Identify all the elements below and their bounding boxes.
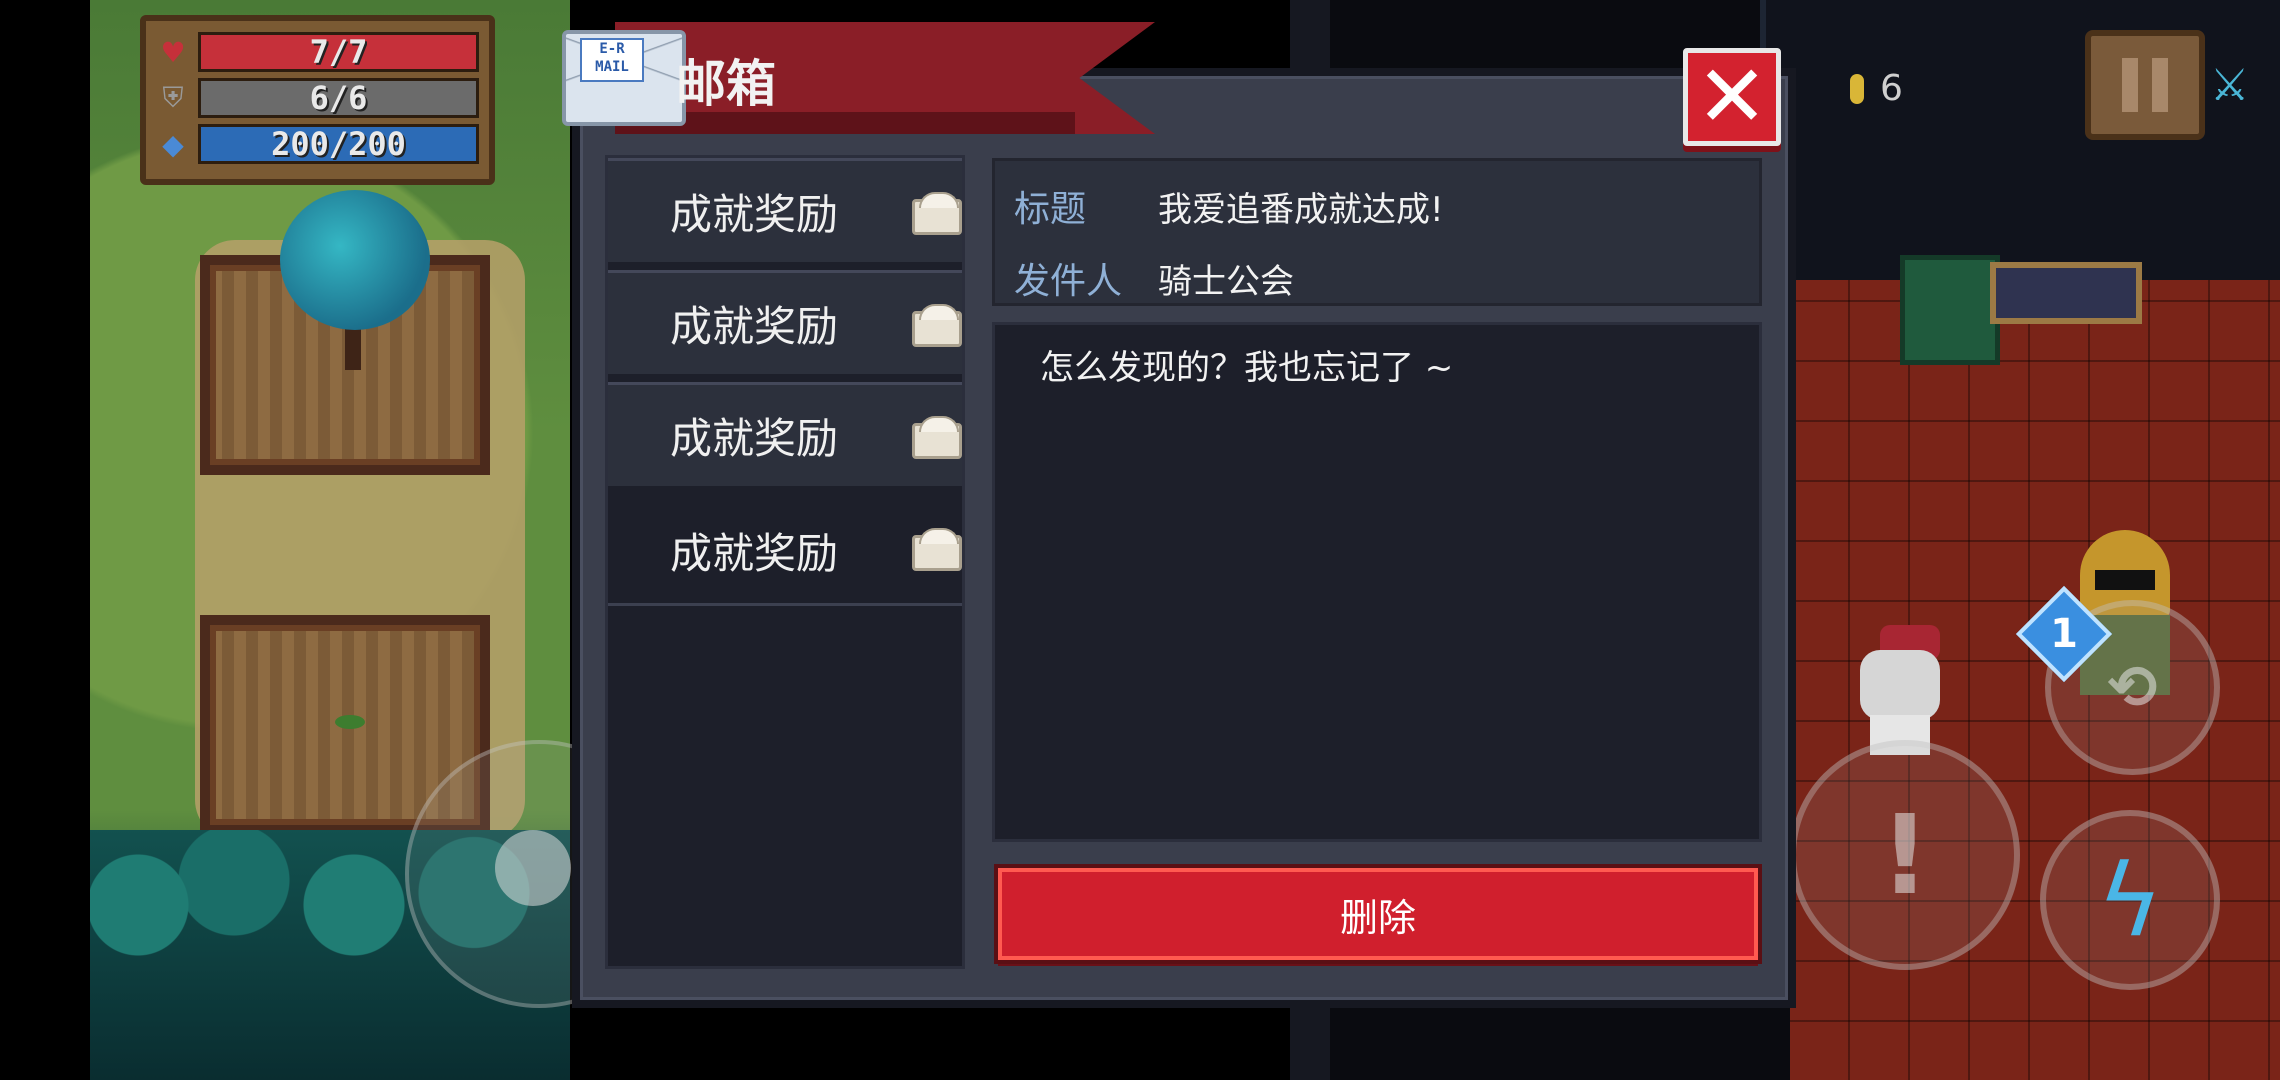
armor-value: 6/6 bbox=[198, 78, 479, 118]
mail-body-text: 怎么发现的？我也忘记了 ~ bbox=[1040, 348, 1454, 388]
mailbox-title: 邮箱 bbox=[676, 55, 776, 113]
pause-button[interactable] bbox=[2085, 30, 2205, 140]
envelope-icon bbox=[912, 304, 962, 347]
mail-item-label: 成就奖励 bbox=[670, 414, 839, 463]
delete-button[interactable]: 删除 bbox=[998, 868, 1758, 960]
mail-list-item-4[interactable]: 成就奖励 bbox=[608, 494, 962, 606]
sender-label: 发件人 bbox=[1014, 261, 1123, 302]
weapon-icon[interactable]: ⚔ bbox=[2210, 60, 2280, 120]
mail-body bbox=[992, 322, 1762, 842]
energy-value: 200/200 bbox=[198, 124, 479, 164]
hp-row: ♥ 7/7 bbox=[156, 29, 479, 75]
mail-item-label: 成就奖励 bbox=[670, 190, 839, 239]
player-stats-panel: ♥ 7/7 ⛨ 6/6 ◆ 200/200 bbox=[140, 15, 495, 185]
pause-icon-bar bbox=[2152, 58, 2168, 112]
coin-count: 6 bbox=[1880, 68, 1903, 109]
energy-diamond-icon: ◆ bbox=[162, 127, 184, 161]
mail-list-item-1[interactable]: 成就奖励 bbox=[608, 158, 962, 270]
armor-row: ⛨ 6/6 bbox=[156, 75, 479, 121]
game-screen: ♥ 7/7 ⛨ 6/6 ◆ 200/200 6 ⚔ ⟲ 1 ! ϟ E-R MA… bbox=[0, 0, 2280, 1080]
close-icon: ✕ bbox=[1695, 47, 1769, 147]
skill-button[interactable]: ϟ bbox=[2040, 810, 2220, 990]
subject-label: 标题 bbox=[1014, 189, 1087, 230]
subject-value: 我爱追番成就达成! bbox=[1158, 190, 1444, 230]
envelope-icon bbox=[912, 528, 962, 571]
envelope-icon bbox=[912, 416, 962, 459]
mail-list: 成就奖励 成就奖励 成就奖励 成就奖励 bbox=[605, 155, 965, 969]
mail-item-label: 成就奖励 bbox=[670, 528, 839, 578]
weapon-slot-number: 1 bbox=[2050, 611, 2078, 657]
energy-row: ◆ 200/200 bbox=[156, 121, 479, 167]
coin-counter: 6 bbox=[1850, 68, 1903, 109]
joystick-knob[interactable] bbox=[495, 830, 571, 906]
mail-icon-letter: E-R MAIL bbox=[580, 38, 644, 82]
mailbox-icon: E-R MAIL bbox=[562, 30, 686, 126]
mail-item-label: 成就奖励 bbox=[670, 302, 839, 351]
close-button[interactable]: ✕ bbox=[1683, 48, 1781, 146]
rifle-icon: ⟲ bbox=[2107, 652, 2158, 723]
blue-tree bbox=[280, 190, 430, 330]
lightning-icon: ϟ bbox=[2097, 841, 2163, 959]
attack-button[interactable]: ! bbox=[1790, 740, 2020, 970]
bench bbox=[1990, 262, 2142, 324]
player-character bbox=[1860, 650, 1940, 720]
mail-list-item-3[interactable]: 成就奖励 bbox=[608, 382, 962, 494]
coin-icon bbox=[1850, 73, 1864, 104]
hp-value: 7/7 bbox=[198, 32, 479, 72]
sprout bbox=[335, 715, 365, 729]
shield-icon: ⛨ bbox=[162, 81, 184, 114]
exclamation-icon: ! bbox=[1879, 791, 1931, 919]
envelope-icon bbox=[912, 192, 962, 235]
green-crate bbox=[1900, 255, 2000, 365]
heart-icon: ♥ bbox=[160, 35, 186, 69]
sender-value: 骑士公会 bbox=[1158, 262, 1294, 302]
pause-icon bbox=[2122, 58, 2138, 112]
knight-visor bbox=[2095, 570, 2155, 590]
mail-list-item-2[interactable]: 成就奖励 bbox=[608, 270, 962, 382]
